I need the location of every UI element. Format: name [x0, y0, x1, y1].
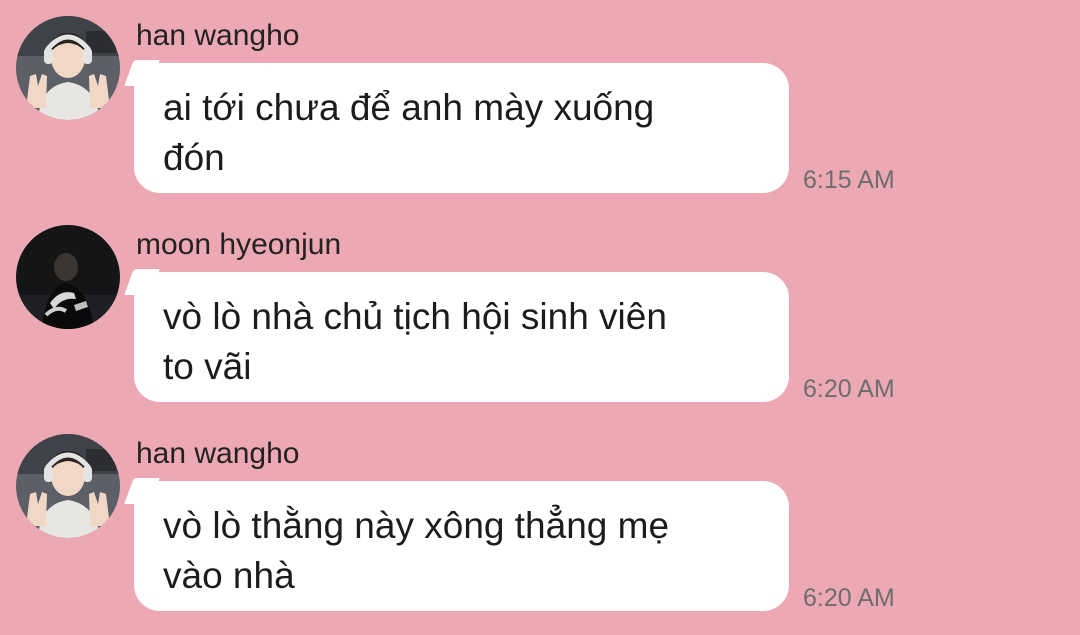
avatar[interactable] [16, 225, 120, 329]
message-line: đón [163, 137, 225, 178]
message-line: to vãi [163, 346, 252, 387]
sender-name: moon hyeonjun [136, 228, 342, 261]
message-line: vò lò nhà chủ tịch hội sinh viên [163, 296, 667, 337]
message-timestamp: 6:15 AM [803, 166, 895, 194]
avatar[interactable] [16, 434, 120, 538]
message-bubble[interactable]: vò lò thằng này xông thẳng mẹ vào nhà [134, 481, 789, 611]
chat-message: moon hyeonjun vò lò nhà chủ tịch hội sin… [0, 209, 1080, 414]
chat-message: han wangho vò lò thằng này xông thẳng mẹ… [0, 418, 1080, 623]
message-line: vào nhà [163, 555, 295, 596]
message-line: vò lò thằng này xông thẳng mẹ [163, 505, 670, 546]
message-text: ai tới chưa để anh mày xuống đón [163, 83, 761, 183]
message-timestamp: 6:20 AM [803, 375, 895, 403]
message-bubble[interactable]: ai tới chưa để anh mày xuống đón [134, 63, 789, 193]
message-text: vò lò thằng này xông thẳng mẹ vào nhà [163, 501, 761, 601]
message-text: vò lò nhà chủ tịch hội sinh viên to vãi [163, 292, 761, 392]
message-bubble[interactable]: vò lò nhà chủ tịch hội sinh viên to vãi [134, 272, 789, 402]
sender-name: han wangho [136, 437, 300, 470]
message-timestamp: 6:20 AM [803, 584, 895, 612]
sender-name: han wangho [136, 19, 300, 52]
message-line: ai tới chưa để anh mày xuống [163, 87, 655, 128]
chat-message: han wangho ai tới chưa để anh mày xuống … [0, 0, 1080, 205]
avatar[interactable] [16, 16, 120, 120]
